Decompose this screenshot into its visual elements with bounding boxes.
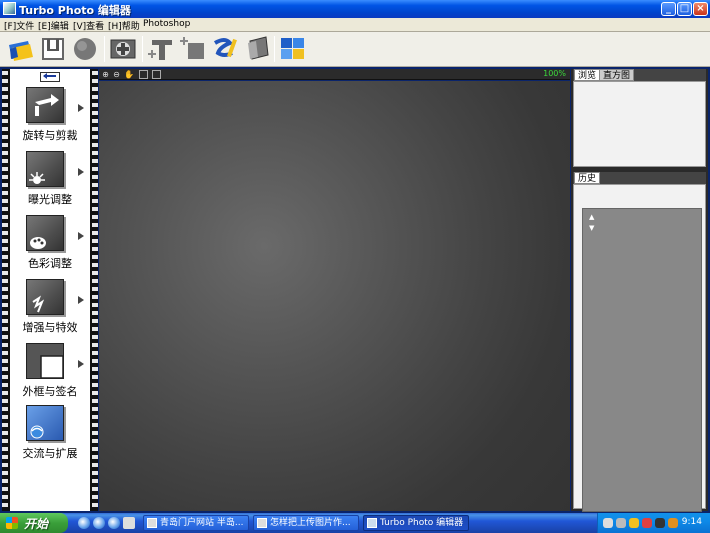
- turbo-photo-icon: [367, 518, 377, 528]
- menu-file[interactable]: [F]文件: [4, 19, 34, 32]
- qq-icon[interactable]: [642, 518, 652, 528]
- task-label: 怎样把上传图片作...: [270, 518, 351, 528]
- toolbar-separator: [274, 36, 275, 62]
- task-label: 青岛门户网站 半岛...: [160, 518, 244, 528]
- dock-item-color-adjust[interactable]: 色彩调整: [10, 215, 90, 277]
- browse-panel: [573, 81, 706, 167]
- scroll-down-icon[interactable]: ▼: [589, 225, 595, 232]
- start-label: 开始: [24, 517, 49, 531]
- frame-signature-icon: [26, 343, 64, 379]
- expand-arrow-icon[interactable]: [78, 296, 84, 304]
- tab-history[interactable]: 历史: [574, 172, 601, 184]
- right-panel: 浏览 直方图 历史 ▲ ▼: [571, 69, 708, 512]
- windows-logo-icon: [6, 517, 18, 529]
- tab-browse[interactable]: 浏览: [574, 69, 601, 81]
- mosaic-icon[interactable]: [278, 35, 308, 63]
- image-canvas[interactable]: [99, 81, 570, 511]
- zoom-out-icon[interactable]: ⊖: [112, 70, 121, 79]
- canvas-toolbar: ⊕ ⊖ ✋ 100%: [99, 69, 570, 80]
- task-button[interactable]: 怎样把上传图片作...: [253, 515, 359, 531]
- ie-window-icon: [257, 518, 267, 528]
- menu-view[interactable]: [V]查看: [73, 19, 104, 32]
- dock-item-frame-signature[interactable]: 外框与签名: [10, 343, 90, 405]
- ie-icon[interactable]: [108, 517, 120, 529]
- toolbar: [0, 32, 710, 67]
- toolbar-separator: [104, 36, 105, 62]
- tray-icon[interactable]: [668, 518, 678, 528]
- expand-arrow-icon[interactable]: [78, 232, 84, 240]
- open-icon[interactable]: [6, 35, 36, 63]
- zoom-in-icon[interactable]: ⊕: [101, 70, 110, 79]
- task-button[interactable]: 青岛门户网站 半岛...: [143, 515, 249, 531]
- zoom-level: 100%: [543, 69, 566, 78]
- dock-label: 色彩调整: [28, 257, 72, 270]
- sphere-icon[interactable]: [70, 35, 100, 63]
- expand-arrow-icon[interactable]: [78, 168, 84, 176]
- history-list[interactable]: ▲ ▼: [582, 208, 702, 512]
- taskbar: 开始 青岛门户网站 半岛... 怎样把上传图片作... Turbo Photo …: [0, 513, 710, 533]
- system-tray: 9:14: [597, 513, 710, 533]
- dock-item-share-extend[interactable]: 交流与扩展: [10, 405, 90, 467]
- exposure-icon: [26, 151, 64, 187]
- film-strip-left: [2, 69, 8, 511]
- dock-label: 曝光调整: [28, 193, 72, 206]
- menu-edit[interactable]: [E]编辑: [38, 19, 69, 32]
- dock-item-exposure[interactable]: 曝光调整: [10, 151, 90, 213]
- text-icon[interactable]: [146, 35, 176, 63]
- left-dock: 旋转与剪裁 曝光调整 色彩调整 增强与特效 外框与签名 交流与扩展: [2, 69, 98, 511]
- brush-icon[interactable]: [210, 35, 240, 63]
- window-title: Turbo Photo 编辑器: [19, 4, 131, 17]
- maximize-button[interactable]: □: [677, 2, 692, 16]
- quicklaunch-icon[interactable]: [93, 517, 105, 529]
- scroll-up-icon[interactable]: ▲: [589, 214, 595, 221]
- task-label: Turbo Photo 编辑器: [380, 518, 464, 528]
- dock-panel: 旋转与剪裁 曝光调整 色彩调整 增强与特效 外框与签名 交流与扩展: [10, 69, 90, 511]
- share-extend-icon: [26, 405, 64, 441]
- enhance-effects-icon: [26, 279, 64, 315]
- qq-icon[interactable]: [629, 518, 639, 528]
- dock-label: 外框与签名: [22, 385, 78, 398]
- hand-icon[interactable]: ✋: [124, 70, 134, 79]
- expand-arrow-icon[interactable]: [78, 360, 84, 368]
- save-icon[interactable]: [38, 35, 68, 63]
- qq-icon[interactable]: [655, 518, 665, 528]
- close-button[interactable]: ×: [693, 2, 708, 16]
- dock-item-enhance-effects[interactable]: 增强与特效: [10, 279, 90, 341]
- quicklaunch-icon[interactable]: [123, 517, 135, 529]
- expand-arrow-icon[interactable]: [78, 104, 84, 112]
- stamp-icon[interactable]: [242, 35, 272, 63]
- menu-bar: [F]文件 [E]编辑 [V]查看 [H]帮助 Photoshop: [0, 18, 710, 32]
- minimize-button[interactable]: _: [661, 2, 676, 16]
- color-adjust-icon: [26, 215, 64, 251]
- task-button-active[interactable]: Turbo Photo 编辑器: [363, 515, 469, 531]
- dock-label: 旋转与剪裁: [22, 129, 78, 142]
- menu-help[interactable]: [H]帮助: [108, 19, 140, 32]
- tray-icon[interactable]: [616, 518, 626, 528]
- tab-histogram[interactable]: 直方图: [599, 69, 635, 81]
- history-panel: ▲ ▼: [573, 184, 706, 512]
- bottom-tabs: 历史: [573, 172, 706, 184]
- film-strip-right: [92, 69, 98, 511]
- quicklaunch-icon[interactable]: [78, 517, 90, 529]
- start-button[interactable]: 开始: [0, 513, 68, 533]
- menu-photoshop[interactable]: Photoshop: [143, 19, 190, 29]
- title-bar[interactable]: Turbo Photo 编辑器 _ □ ×: [0, 0, 710, 18]
- view-icon[interactable]: [108, 35, 138, 63]
- dock-label: 增强与特效: [22, 321, 78, 334]
- fit-icon[interactable]: [139, 70, 148, 79]
- dock-item-rotate-crop[interactable]: 旋转与剪裁: [10, 87, 90, 149]
- add-frame-icon[interactable]: [178, 35, 208, 63]
- top-tabs: 浏览 直方图: [573, 69, 706, 81]
- rotate-crop-icon: [26, 87, 64, 123]
- ie-window-icon: [147, 518, 157, 528]
- toolbar-separator: [142, 36, 143, 62]
- dock-label: 交流与扩展: [22, 447, 78, 460]
- actual-size-icon[interactable]: [152, 70, 161, 79]
- collapse-dock-button[interactable]: [40, 72, 60, 82]
- app-logo-icon: [3, 2, 16, 15]
- clock: 9:14: [681, 517, 702, 527]
- app-window: Turbo Photo 编辑器 _ □ × [F]文件 [E]编辑 [V]查看 …: [0, 0, 710, 513]
- tray-icon[interactable]: [603, 518, 613, 528]
